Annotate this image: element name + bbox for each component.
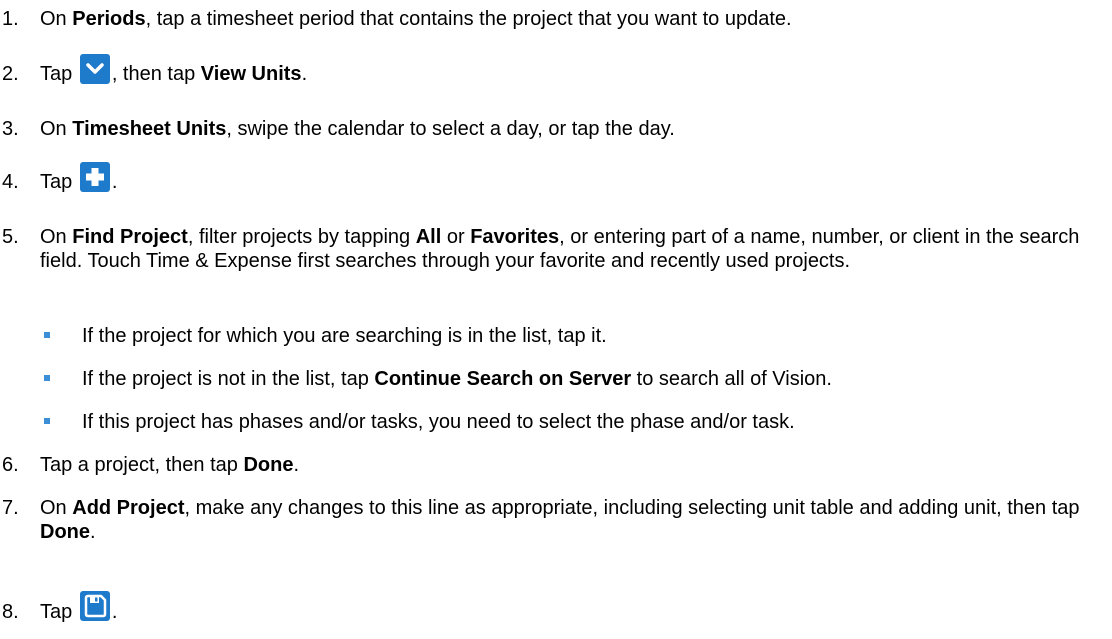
text-run: , tap a timesheet period that contains t… <box>145 8 792 30</box>
step-text: Tap , then tap View Units. <box>40 53 1092 86</box>
text-run: or <box>441 226 471 248</box>
bold-term: Done <box>40 521 90 543</box>
bullet-marker <box>44 418 50 424</box>
bold-term: Periods <box>72 8 146 30</box>
text-run: Tap <box>40 601 78 623</box>
bold-term: Done <box>243 454 294 476</box>
text-run: Tap a project, then tap <box>40 454 244 476</box>
step-number: 7. <box>2 497 19 519</box>
step-number: 8. <box>2 601 19 623</box>
text-run: . <box>111 171 118 193</box>
step-number: 6. <box>2 454 19 476</box>
step-text: On Find Project, filter projects by tapp… <box>40 225 1092 273</box>
bold-term: Continue Search on Server <box>374 368 632 390</box>
text-run: . <box>293 454 300 476</box>
step-number: 5. <box>2 226 19 248</box>
step-number: 3. <box>2 118 19 140</box>
text-run: Tap <box>40 171 78 193</box>
text-run: to search all of Vision. <box>631 368 832 390</box>
text-run: , make any changes to this line as appro… <box>184 497 1080 519</box>
step-text: On Add Project, make any changes to this… <box>40 496 1092 544</box>
text-run: , swipe the calendar to select a day, or… <box>226 118 675 140</box>
step-number: 2. <box>2 63 19 85</box>
bold-term: Add Project <box>72 497 185 519</box>
plus-icon <box>79 161 110 192</box>
step-text: On Timesheet Units, swipe the calendar t… <box>40 117 1092 141</box>
bold-term: All <box>415 226 442 248</box>
chevron-down-icon <box>79 53 110 84</box>
text-run: On <box>40 226 73 248</box>
step-number: 1. <box>2 8 19 30</box>
text-run: . <box>111 601 118 623</box>
text-run: Tap <box>40 63 78 85</box>
bullet-marker <box>44 375 50 381</box>
bold-term: Favorites <box>470 226 560 248</box>
text-run: . <box>90 521 96 543</box>
bold-term: Timesheet Units <box>72 118 227 140</box>
bold-term: View Units <box>200 63 302 85</box>
bullet-text: If the project is not in the list, tap C… <box>82 367 1112 391</box>
bold-term: Find Project <box>72 226 188 248</box>
step-text: Tap . <box>40 161 1092 194</box>
step-number: 4. <box>2 171 19 193</box>
text-run: On <box>40 118 73 140</box>
bullet-text: If the project for which you are searchi… <box>82 325 607 347</box>
text-run: , filter projects by tapping <box>187 226 416 248</box>
step-text: On Periods, tap a timesheet period that … <box>40 7 1092 31</box>
bullet-text: If this project has phases and/or tasks,… <box>82 411 795 433</box>
text-run: On <box>40 497 73 519</box>
text-run: If the project is not in the list, tap <box>82 368 375 390</box>
save-icon <box>79 590 110 621</box>
text-run: , then tap <box>111 63 201 85</box>
step-text: Tap . <box>40 590 1092 624</box>
text-run: On <box>40 8 73 30</box>
step-text: Tap a project, then tap Done. <box>40 453 1092 477</box>
bullet-marker <box>44 332 50 338</box>
text-run: . <box>301 63 308 85</box>
